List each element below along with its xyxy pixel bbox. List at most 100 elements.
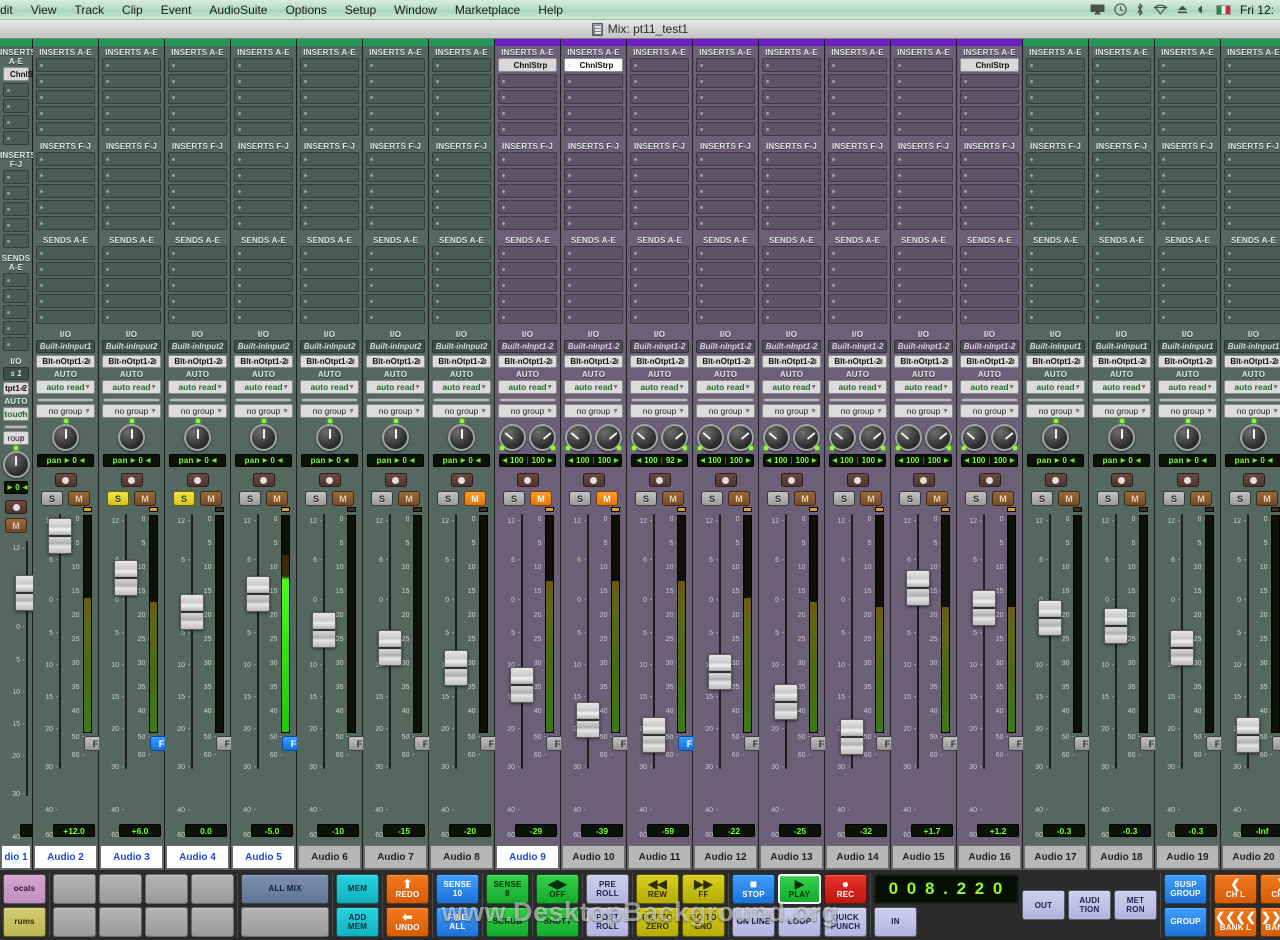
eject-icon[interactable] bbox=[1177, 4, 1188, 15]
pan-knob-left[interactable] bbox=[961, 424, 988, 451]
send-slot[interactable] bbox=[1224, 262, 1280, 276]
gain-display[interactable]: +12.0 bbox=[53, 824, 95, 837]
transport-button-group[interactable]: GROUP bbox=[1164, 907, 1207, 937]
gain-display[interactable]: +1.2 bbox=[977, 824, 1019, 837]
group-selector[interactable]: no group▼ bbox=[102, 404, 161, 418]
clip-indicator[interactable] bbox=[941, 507, 950, 512]
send-slot[interactable] bbox=[498, 310, 557, 324]
insert-slot[interactable] bbox=[1158, 90, 1217, 104]
input-selector[interactable]: s 1 bbox=[3, 367, 29, 380]
insert-slot[interactable] bbox=[168, 122, 227, 136]
solo-button[interactable]: S bbox=[173, 491, 195, 506]
automation-mode-selector[interactable]: auto read▼ bbox=[828, 380, 887, 394]
input-selector[interactable]: Built-inInput1 bbox=[1158, 340, 1217, 353]
volume-fader[interactable]: 12605101520304060∞ bbox=[169, 512, 198, 845]
insert-slot[interactable] bbox=[960, 216, 1019, 230]
output-selector[interactable]: Blt-nOtpt1-2⬍ bbox=[432, 355, 491, 368]
pan-knob-left[interactable] bbox=[631, 424, 658, 451]
insert-slot[interactable] bbox=[102, 74, 161, 88]
send-slot[interactable] bbox=[366, 246, 425, 260]
volume-fader[interactable]: 12605101520304060∞ bbox=[763, 512, 792, 845]
clip-indicator[interactable] bbox=[1205, 507, 1214, 512]
insert-slot[interactable] bbox=[1158, 184, 1217, 198]
clip-indicator[interactable] bbox=[1139, 507, 1148, 512]
send-slot[interactable] bbox=[894, 278, 953, 292]
output-selector[interactable]: Blt-nOtpt1-2⬍ bbox=[762, 355, 821, 368]
pan-value-display[interactable]: ◀100|100▶ bbox=[895, 454, 952, 467]
send-slot[interactable] bbox=[960, 278, 1019, 292]
insert-slot[interactable] bbox=[564, 200, 623, 214]
pan-knob-left[interactable] bbox=[763, 424, 790, 451]
insert-slot[interactable] bbox=[696, 216, 755, 230]
insert-slot[interactable] bbox=[498, 168, 557, 182]
transport-button-blank[interactable] bbox=[191, 907, 234, 937]
channel-strip-audio-20[interactable]: INSERTS A-EINSERTS F-JSENDS A-EI/OBuilt-… bbox=[1221, 39, 1280, 870]
menu-item-setup[interactable]: Setup bbox=[336, 0, 385, 20]
solo-button[interactable]: S bbox=[107, 491, 129, 506]
group-selector[interactable]: no group▼ bbox=[762, 404, 821, 418]
insert-slot[interactable] bbox=[36, 58, 95, 72]
send-slot[interactable] bbox=[102, 294, 161, 308]
send-slot[interactable] bbox=[366, 294, 425, 308]
record-enable-button[interactable] bbox=[1243, 473, 1265, 487]
insert-slot[interactable] bbox=[828, 216, 887, 230]
insert-slot[interactable] bbox=[1026, 216, 1085, 230]
insert-slot[interactable] bbox=[762, 74, 821, 88]
automation-mode-selector[interactable]: touch▼ bbox=[3, 407, 29, 421]
record-enable-button[interactable] bbox=[319, 473, 341, 487]
send-slot[interactable] bbox=[762, 246, 821, 260]
automation-mode-selector[interactable]: auto read▼ bbox=[630, 380, 689, 394]
insert-slot[interactable] bbox=[828, 152, 887, 166]
transport-button-ret-to-zero[interactable]: RET TOZERO bbox=[636, 907, 679, 937]
transport-button-sense-10[interactable]: SENSE10 bbox=[436, 874, 479, 904]
output-selector[interactable]: Blt-nOtpt1-2⬍ bbox=[1158, 355, 1217, 368]
insert-slot[interactable] bbox=[234, 216, 293, 230]
pan-value-display[interactable]: ▶0◀ bbox=[4, 481, 28, 494]
send-slot[interactable] bbox=[36, 262, 95, 276]
insert-slot[interactable] bbox=[3, 218, 29, 232]
send-slot[interactable] bbox=[1026, 310, 1085, 324]
transport-button-blank[interactable] bbox=[241, 907, 329, 937]
insert-slot[interactable] bbox=[696, 168, 755, 182]
insert-slot[interactable] bbox=[564, 122, 623, 136]
send-slot[interactable] bbox=[498, 294, 557, 308]
pan-value-display[interactable]: pan▶0◀ bbox=[1093, 454, 1150, 467]
insert-slot[interactable] bbox=[366, 90, 425, 104]
send-slot[interactable] bbox=[168, 278, 227, 292]
automation-mode-selector[interactable]: auto read▼ bbox=[1026, 380, 1085, 394]
output-selector[interactable]: Blt-nOtpt1-2⬍ bbox=[366, 355, 425, 368]
input-selector[interactable]: Built-inInput2 bbox=[432, 340, 491, 353]
bluetooth-icon[interactable] bbox=[1136, 3, 1144, 16]
input-selector[interactable]: Built-inInput2 bbox=[366, 340, 425, 353]
clip-indicator[interactable] bbox=[1073, 507, 1082, 512]
mute-button[interactable]: M bbox=[530, 491, 552, 506]
insert-slot[interactable] bbox=[366, 58, 425, 72]
mute-button[interactable]: M bbox=[1256, 491, 1278, 506]
insert-slot[interactable] bbox=[36, 168, 95, 182]
input-selector[interactable]: Built-nInpt1-2 bbox=[828, 340, 887, 353]
insert-slot[interactable] bbox=[366, 200, 425, 214]
automation-mode-selector[interactable]: auto read▼ bbox=[498, 380, 557, 394]
send-slot[interactable] bbox=[1158, 294, 1217, 308]
insert-slot[interactable] bbox=[894, 90, 953, 104]
insert-slot[interactable] bbox=[234, 168, 293, 182]
input-selector[interactable]: Built-nInpt1-2 bbox=[564, 340, 623, 353]
send-slot[interactable] bbox=[36, 294, 95, 308]
input-selector[interactable]: Built-inInput1 bbox=[36, 340, 95, 353]
mute-button[interactable]: M bbox=[1124, 491, 1146, 506]
group-selector[interactable]: no group▼ bbox=[498, 404, 557, 418]
record-enable-button[interactable] bbox=[583, 473, 605, 487]
send-slot[interactable] bbox=[168, 246, 227, 260]
channel-strip-audio-2[interactable]: INSERTS A-EINSERTS F-JSENDS A-EI/OBuilt-… bbox=[33, 39, 99, 870]
insert-slot[interactable] bbox=[1158, 106, 1217, 120]
track-name-plate[interactable]: Audio 12 bbox=[694, 845, 757, 869]
send-slot[interactable] bbox=[366, 262, 425, 276]
group-selector[interactable]: roup▼ bbox=[3, 431, 29, 445]
mute-button[interactable]: M bbox=[398, 491, 420, 506]
insert-slot[interactable] bbox=[762, 90, 821, 104]
insert-slot[interactable] bbox=[1026, 58, 1085, 72]
insert-slot[interactable] bbox=[696, 152, 755, 166]
insert-slot[interactable] bbox=[1224, 58, 1280, 72]
send-slot[interactable] bbox=[696, 310, 755, 324]
insert-slot[interactable] bbox=[1224, 74, 1280, 88]
